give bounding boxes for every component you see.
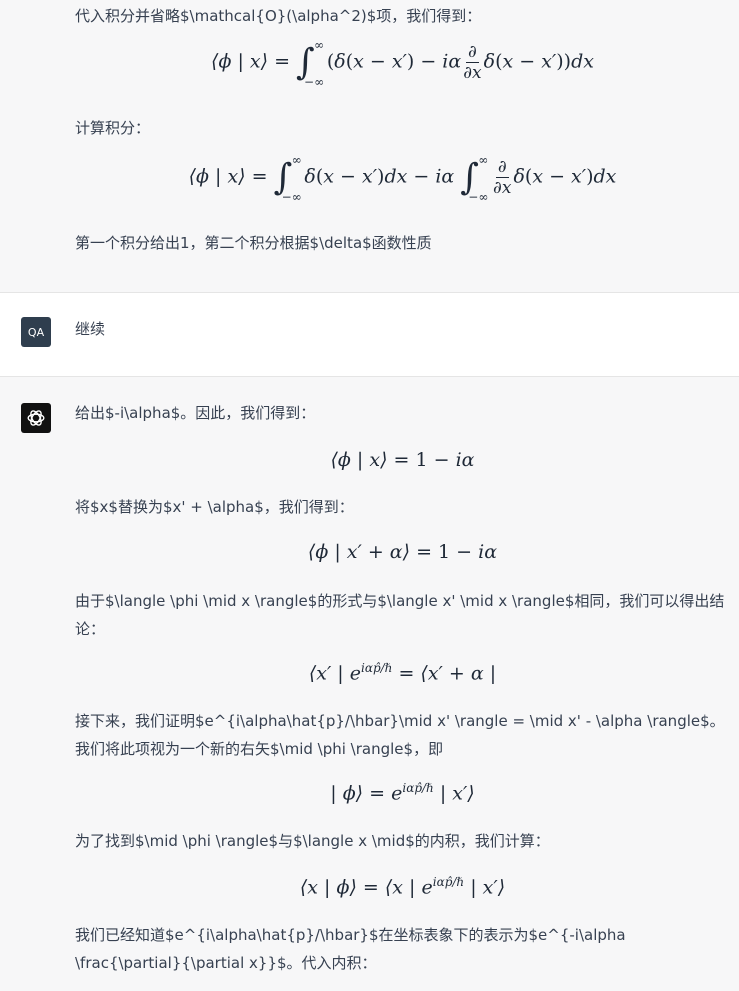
- openai-logo-icon: [21, 403, 51, 433]
- math-equation: | ϕ⟩ = eiαp̂/ℏ | x′⟩: [330, 781, 475, 805]
- user-message-text: 继续: [75, 320, 106, 338]
- math-equation: ⟨ϕ | x⟩ = ∫ ∞ −∞ δ(x − x′)dx − iα ∫ ∞ −∞ ∂ ∂x δ(…: [188, 153, 617, 204]
- math-equation: ⟨ϕ | x⟩ = ∫ ∞ −∞ (δ(x − x′) − iα ∂ ∂x δ(x − x′…: [211, 38, 594, 89]
- message-paragraph: 计算积分：: [75, 119, 151, 137]
- math-equation: ⟨ϕ | x′ + α⟩ = 1 − iα: [307, 541, 498, 563]
- message-paragraph: 为了找到$\mid \phi \rangle$与$\langle x \mid$…: [75, 832, 550, 850]
- math-equation: ⟨x′ | eiαp̂/ℏ = ⟨x′ + α |: [308, 661, 497, 685]
- message-paragraph: 第一个积分给出1，第二个积分根据$\delta$函数性质: [75, 234, 432, 252]
- message-paragraph: 我们已经知道$e^{i\alpha\hat{p}/\hbar}$在坐标表象下的表…: [75, 926, 626, 972]
- user-message: 继续: [0, 293, 739, 377]
- message-paragraph: 代入积分并省略$\mathcal{O}(\alpha^2)$项，我们得到：: [75, 7, 482, 25]
- openai-logo-icon: [27, 410, 45, 426]
- message-paragraph: 接下来，我们证明$e^{i\alpha\hat{p}/\hbar}\mid x'…: [75, 712, 725, 758]
- message-paragraph: 给出$-i\alpha$。因此，我们得到：: [75, 404, 316, 422]
- qa-avatar: QA: [21, 317, 51, 347]
- assistant-message-top: 代入积分并省略$\mathcal{O}(\alpha^2)$项，我们得到： ⟨ϕ…: [0, 0, 739, 293]
- message-paragraph: 将$x$替换为$x' + \alpha$，我们得到：: [75, 498, 354, 516]
- math-equation: ⟨x | ϕ⟩ = ⟨x | eiαp̂/ℏ | x′⟩: [299, 875, 506, 899]
- assistant-message-bottom: 给出$-i\alpha$。因此，我们得到： ⟨ϕ | x⟩ = 1 − iα 将…: [0, 377, 739, 991]
- math-equation: ⟨ϕ | x⟩ = 1 − iα: [330, 449, 475, 471]
- message-paragraph: 由于$\langle \phi \mid x \rangle$的形式与$\lan…: [75, 592, 725, 638]
